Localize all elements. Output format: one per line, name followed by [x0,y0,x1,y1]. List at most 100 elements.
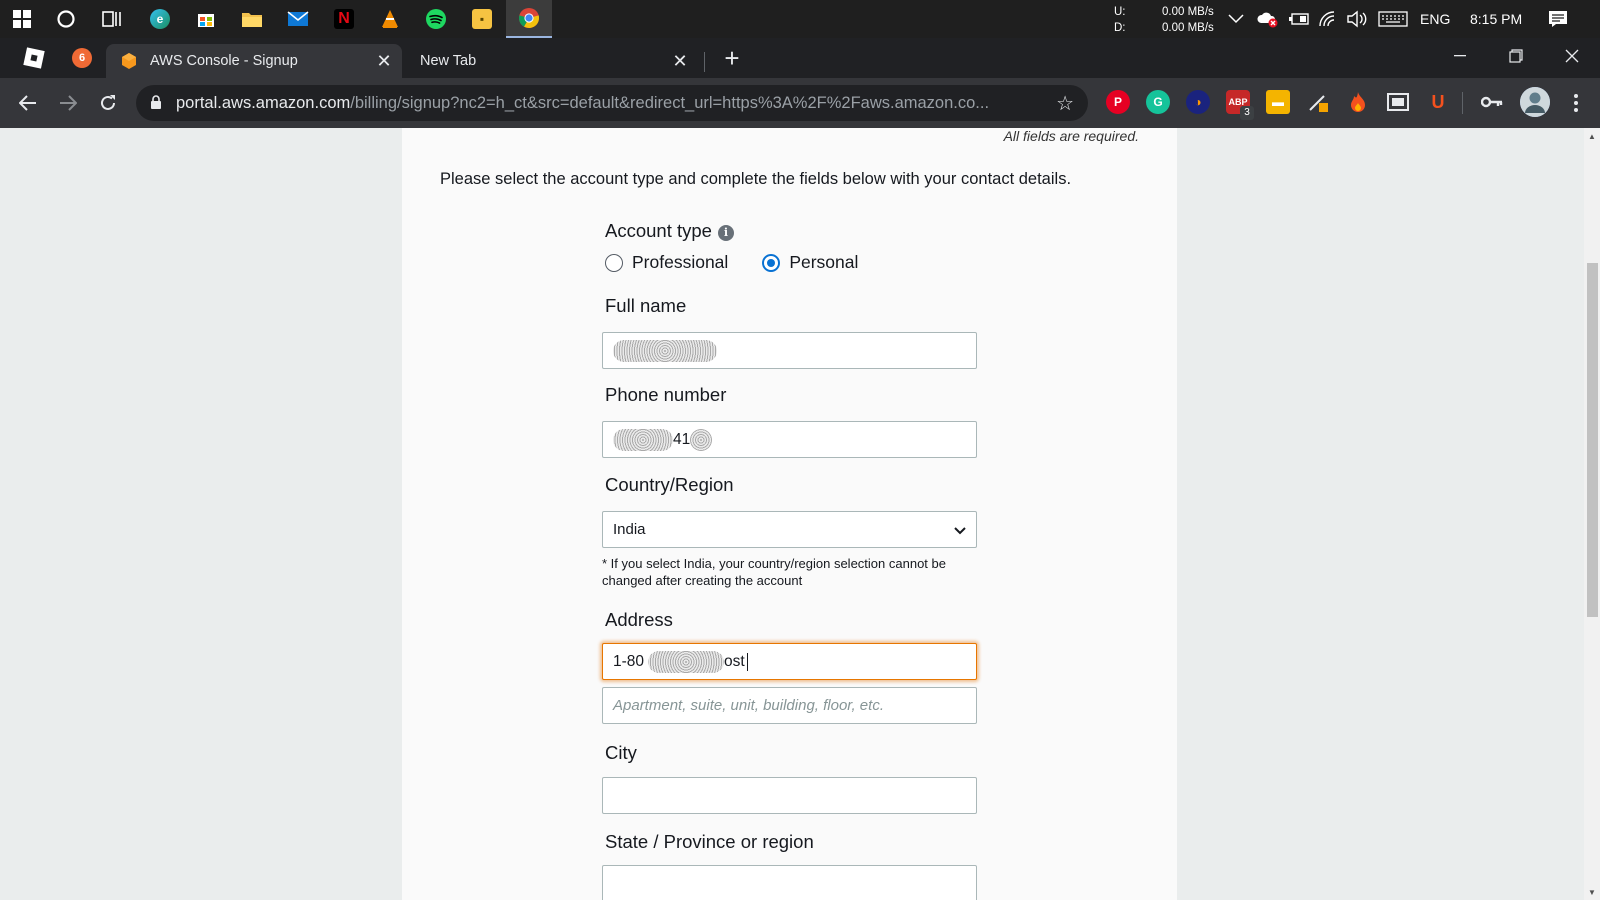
browser-toolbar: portal.aws.amazon.com/billing/signup?nc2… [0,78,1600,128]
new-tab-button[interactable]: + [712,38,752,78]
pinned-tab-roblox[interactable] [14,38,54,78]
chrome-menu-icon[interactable] [1560,87,1592,119]
scroll-down-arrow-icon[interactable]: ▼ [1584,884,1600,900]
form-intro-text: Please select the account type and compl… [440,170,1072,188]
info-icon[interactable]: i [717,225,734,241]
tab-new-tab[interactable]: New Tab ✕ [406,44,698,78]
volume-icon[interactable] [1346,0,1368,38]
notifications-icon[interactable] [1548,0,1568,38]
netflix-icon[interactable]: N [322,0,366,38]
full-name-label: Full name [605,295,687,316]
account-type-label-text: Account type [605,220,712,241]
onedrive-error-icon[interactable] [1256,0,1280,38]
redacted-full-name [613,339,717,362]
country-selected-value: India [613,521,646,538]
redacted-phone-suffix [690,428,713,451]
clock[interactable]: 8:15 PM [1470,0,1522,38]
professional-radio[interactable] [605,253,623,272]
redacted-phone-prefix [613,428,673,451]
page-viewport: All fields are required. Please select t… [0,128,1584,900]
forward-icon[interactable] [52,87,84,119]
profile-avatar[interactable] [1520,87,1550,117]
signup-form-card: All fields are required. Please select t… [402,128,1177,900]
tab-separator [704,52,705,72]
pinned-tab-orange[interactable]: 6 [62,38,102,78]
sticky-notes-icon[interactable]: ▪ [460,0,504,38]
ublock-extension-icon[interactable]: U [1426,90,1450,114]
fire-extension-icon[interactable] [1346,90,1370,114]
full-name-input[interactable] [602,332,977,369]
address-bar[interactable]: portal.aws.amazon.com/billing/signup?nc2… [136,85,1088,121]
chevron-down-icon [954,522,966,538]
city-input[interactable] [602,777,977,814]
state-province-input[interactable] [602,865,977,900]
professional-radio-label[interactable]: Professional [632,252,728,273]
account-type-radio-group: Professional Personal [605,252,858,273]
personal-radio[interactable] [762,253,781,272]
text-cursor [746,652,748,671]
chrome-icon[interactable] [506,0,552,38]
country-region-select[interactable]: India [602,511,977,548]
roblox-favicon-icon [23,47,45,69]
close-window-icon[interactable] [1544,38,1600,74]
lock-icon[interactable] [150,94,166,112]
grammarly-extension-icon[interactable]: G [1146,90,1170,114]
tab-aws-console-signup[interactable]: AWS Console - Signup ✕ [106,44,402,78]
network-up-label: U: [1114,6,1126,18]
task-view-icon[interactable] [90,0,134,38]
password-key-icon[interactable] [1480,90,1504,114]
cortana-icon[interactable] [44,0,88,38]
vertical-scrollbar[interactable]: ▲ ▼ [1584,128,1600,900]
url-text[interactable]: portal.aws.amazon.com/billing/signup?nc2… [176,94,1036,113]
address-line2-placeholder: Apartment, suite, unit, building, floor,… [613,697,884,714]
network-up-speed: 0.00 MB/s [1162,6,1214,18]
scroll-up-arrow-icon[interactable]: ▲ [1584,128,1600,144]
language-indicator[interactable]: ENG [1420,0,1450,38]
country-region-label: Country/Region [605,474,734,495]
tab-title: AWS Console - Signup [150,53,298,69]
redacted-address [648,650,725,673]
mail-icon[interactable] [276,0,320,38]
tray-overflow-chevron-icon[interactable] [1228,0,1244,38]
pinterest-extension-icon[interactable]: P [1106,90,1130,114]
url-host: portal.aws.amazon.com [176,93,351,112]
edge-icon[interactable]: e [138,0,182,38]
store-icon[interactable] [184,0,228,38]
spotify-icon[interactable] [414,0,458,38]
reload-icon[interactable] [92,87,124,119]
address-label: Address [605,609,673,630]
state-province-label: State / Province or region [605,831,814,852]
battery-icon[interactable] [1288,0,1310,38]
network-monitor-values: 0.00 MB/s 0.00 MB/s [1162,4,1214,36]
wifi-icon[interactable] [1318,0,1338,38]
windows-start-icon[interactable] [0,0,44,38]
wallet-extension-icon[interactable]: ▬ [1266,90,1290,114]
country-selection-hint: * If you select India, your country/regi… [602,556,946,588]
address-line2-input[interactable]: Apartment, suite, unit, building, floor,… [602,687,977,724]
file-explorer-icon[interactable] [230,0,274,38]
scrollbar-thumb[interactable] [1587,263,1598,617]
orange-app-favicon-icon: 6 [72,48,92,68]
tab-close-icon[interactable]: ✕ [668,49,692,73]
picture-in-picture-extension-icon[interactable] [1386,90,1410,114]
phone-number-input[interactable]: 41 [602,421,977,458]
restore-icon[interactable] [1488,38,1544,74]
moon-extension-icon[interactable]: ◑ [1186,90,1210,114]
address-suffix: ost [724,652,745,670]
personal-radio-label[interactable]: Personal [789,252,858,273]
tab-close-icon[interactable]: ✕ [372,49,396,73]
keyboard-icon[interactable] [1378,0,1408,38]
network-down-speed: 0.00 MB/s [1162,22,1214,34]
phone-number-label: Phone number [605,384,727,405]
adblock-badge: 3 [1240,106,1254,120]
phone-visible-fragment: 41 [673,430,691,448]
address-line1-input[interactable]: 1-80 ost [602,643,977,680]
address-prefix: 1-80 [613,652,645,670]
minimize-icon[interactable] [1432,38,1488,74]
url-path: /billing/signup?nc2=h_ct&src=default&red… [350,93,990,112]
vlc-icon[interactable] [368,0,412,38]
browser-tab-strip: 6 AWS Console - Signup ✕ New Tab ✕ + [0,38,1600,78]
back-icon[interactable] [12,87,44,119]
bookmark-star-icon[interactable]: ☆ [1056,91,1074,116]
pencil-extension-icon[interactable] [1306,90,1330,114]
